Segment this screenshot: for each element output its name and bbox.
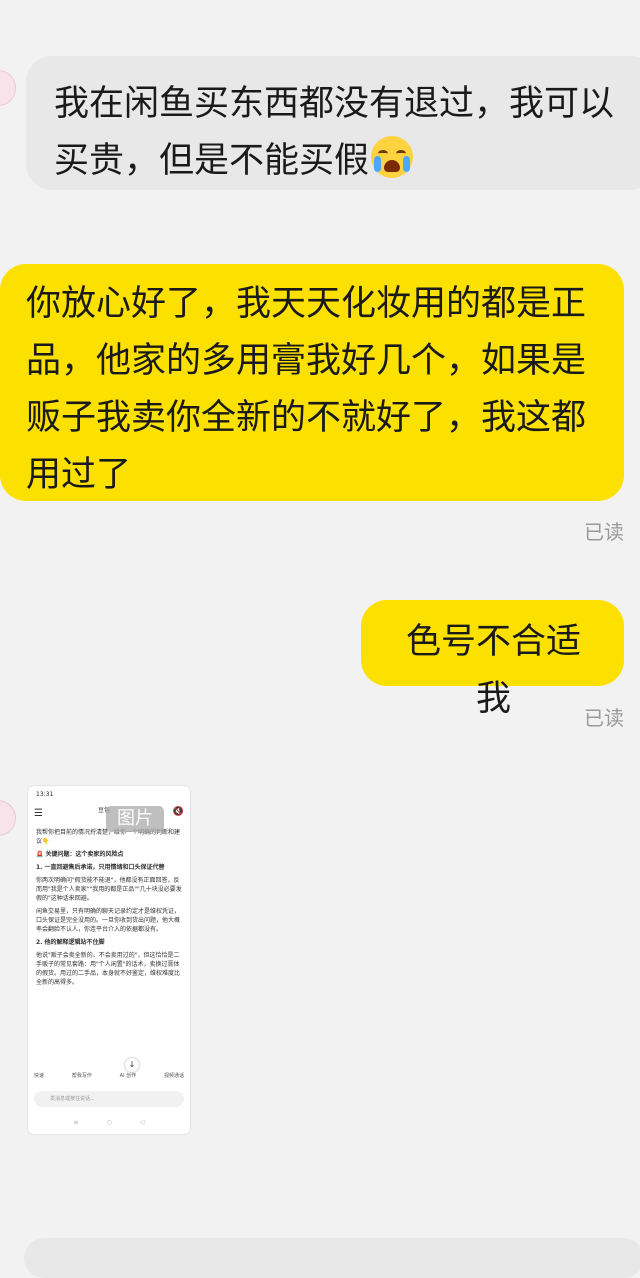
crying-face-icon (371, 136, 414, 178)
read-status: 已读 (584, 520, 624, 544)
home-nav-icon: ○ (106, 1119, 112, 1126)
tool-row: 快速 帮我写作 AI 创作 视频通话 (34, 1073, 184, 1079)
status-bar: 13:31 (36, 791, 54, 798)
nav-bar: ≡ ○ ◁ (28, 1118, 190, 1127)
message-text: 你放心好了，我天天化妆用的都是正品，他家的多用膏我好几个，如果是贩子我卖你全新的… (26, 284, 587, 495)
contact-avatar[interactable] (0, 800, 16, 836)
message-bubble-outgoing: 你放心好了，我天天化妆用的都是正品，他家的多用膏我好几个，如果是贩子我卖你全新的… (0, 264, 624, 501)
message-bubble-outgoing: 色号不合适我 (361, 600, 624, 719)
message-bubble-incoming-partial (24, 1238, 640, 1278)
read-status: 已读 (584, 706, 624, 730)
scroll-down-icon: ↓ (125, 1058, 139, 1072)
image-tag: 图片 (106, 806, 164, 832)
message-text: 色号不合适我 (405, 622, 581, 719)
message-input: 发消息或按住说话... (34, 1091, 184, 1107)
screenshot-content: 我帮你把目前的情况捋清楚，给你一个明确的判断和建议👇 🚨 关键问题：这个卖家的风… (36, 829, 182, 986)
menu-icon: ☰ (34, 808, 43, 819)
mute-icon: 🔇 (172, 807, 184, 817)
back-nav-icon: ◁ (139, 1119, 145, 1126)
contact-avatar[interactable] (0, 70, 16, 106)
message-text: 我在闲鱼买东西都没有退过，我可以买贵，但是不能买假 (54, 84, 615, 181)
message-bubble-incoming: 我在闲鱼买东西都没有退过，我可以买贵，但是不能买假 (26, 56, 640, 190)
image-message-thumbnail[interactable]: 13:31 ☰ 豆包 🔇 图片 我帮你把目前的情况捋清楚，给你一个明确的判断和建… (28, 786, 190, 1134)
menu-nav-icon: ≡ (73, 1119, 79, 1126)
